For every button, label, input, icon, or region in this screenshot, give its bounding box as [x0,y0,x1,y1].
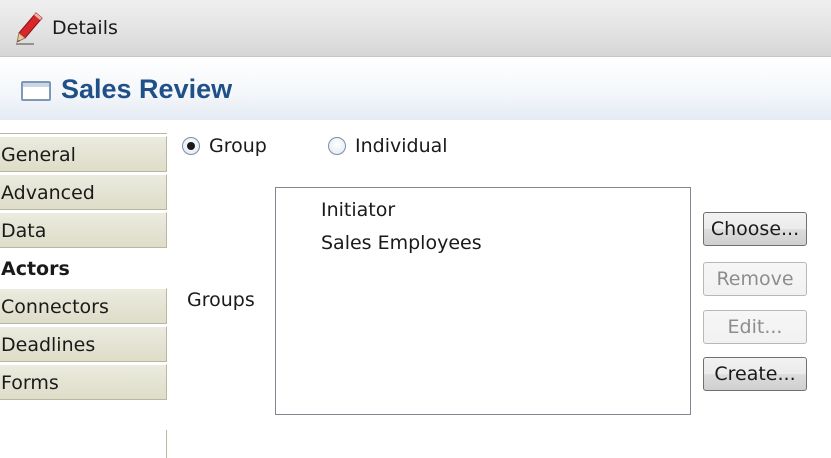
tab-actors[interactable]: Actors [0,250,167,286]
groups-label: Groups [187,289,255,311]
form-title: Sales Review [61,74,233,104]
radio-individual-indicator[interactable] [328,137,346,155]
view-title: Details [52,17,118,39]
choose-button[interactable]: Choose... [703,212,807,246]
remove-button[interactable]: Remove [703,262,807,296]
tab-general[interactable]: General [0,136,167,172]
tab-deadlines[interactable]: Deadlines [0,326,167,362]
form-icon [21,81,51,101]
create-button[interactable]: Create... [703,357,807,391]
list-item[interactable]: Sales Employees [321,232,482,254]
view-title-bar: Details [0,0,831,57]
radio-individual[interactable]: Individual [328,133,448,159]
tab-advanced[interactable]: Advanced [0,174,167,210]
tabs-filler [0,430,167,458]
radio-group-label: Group [209,135,267,157]
tab-connectors[interactable]: Connectors [0,288,167,324]
form-header: Sales Review [0,58,831,120]
edit-button[interactable]: Edit... [703,310,807,344]
radio-group[interactable]: Group [182,133,267,159]
groups-list[interactable]: Initiator Sales Employees [275,187,691,415]
tab-forms[interactable]: Forms [0,364,167,400]
list-item[interactable]: Initiator [321,199,395,221]
pencil-icon [14,11,44,45]
vertical-tab-list: General Advanced Data Actors Connectors … [0,136,167,402]
tab-data[interactable]: Data [0,212,167,248]
radio-individual-label: Individual [355,135,448,157]
radio-group-indicator[interactable] [182,137,200,155]
